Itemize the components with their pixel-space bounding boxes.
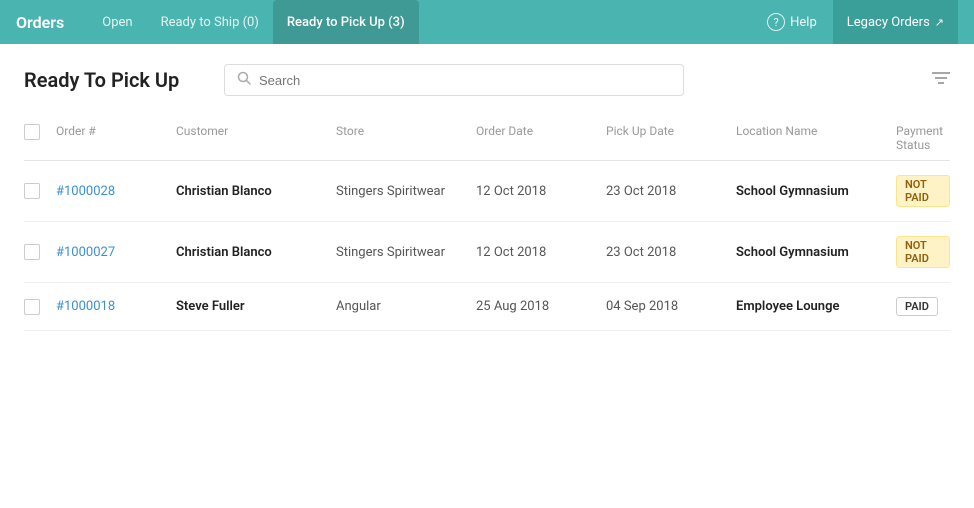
- search-bar: [224, 64, 684, 96]
- location-1: School Gymnasium: [736, 245, 896, 260]
- col-store: Store: [336, 124, 476, 152]
- pickup-date-2: 04 Sep 2018: [606, 299, 736, 314]
- filter-icon[interactable]: [932, 71, 950, 89]
- order-link-1[interactable]: #1000027: [56, 245, 115, 260]
- customer-2: Steve Fuller: [176, 299, 336, 314]
- legacy-label: Legacy Orders: [847, 15, 930, 30]
- row-checkbox-2[interactable]: [24, 299, 56, 315]
- row-checkbox-1[interactable]: [24, 244, 56, 260]
- order-link-2[interactable]: #1000018: [56, 299, 115, 314]
- help-circle-icon: ?: [767, 13, 785, 31]
- order-date-0: 12 Oct 2018: [476, 184, 606, 199]
- pickup-date-0: 23 Oct 2018: [606, 184, 736, 199]
- store-1: Stingers Spiritwear: [336, 245, 476, 260]
- help-label: Help: [790, 15, 817, 30]
- payment-badge-0: NOT PAID: [896, 175, 950, 207]
- main-nav: Open Ready to Ship (0) Ready to Pick Up …: [88, 0, 767, 44]
- legacy-orders-button[interactable]: Legacy Orders ↗: [833, 0, 958, 44]
- col-location: Location Name: [736, 124, 896, 152]
- row-checkbox-0[interactable]: [24, 183, 56, 199]
- customer-1: Christian Blanco: [176, 245, 336, 260]
- store-0: Stingers Spiritwear: [336, 184, 476, 199]
- app-title: Orders: [16, 13, 64, 32]
- header-right: ? Help Legacy Orders ↗: [767, 0, 958, 44]
- payment-status-0: NOT PAID: [896, 175, 950, 207]
- col-order-date: Order Date: [476, 124, 606, 152]
- search-icon: [237, 71, 251, 89]
- table-row: #1000028 Christian Blanco Stingers Spiri…: [24, 161, 950, 222]
- col-customer: Customer: [176, 124, 336, 152]
- col-pickup-date: Pick Up Date: [606, 124, 736, 152]
- page-header: Ready To Pick Up: [24, 64, 950, 96]
- nav-open[interactable]: Open: [88, 0, 146, 44]
- nav-ready-to-ship[interactable]: Ready to Ship (0): [147, 0, 273, 44]
- main-content: Ready To Pick Up Order #: [0, 44, 974, 351]
- order-date-1: 12 Oct 2018: [476, 245, 606, 260]
- orders-table: Order # Customer Store Order Date Pick U…: [24, 116, 950, 331]
- payment-badge-1: NOT PAID: [896, 236, 950, 268]
- order-date-2: 25 Aug 2018: [476, 299, 606, 314]
- order-link-0[interactable]: #1000028: [56, 184, 115, 199]
- nav-ready-to-pickup[interactable]: Ready to Pick Up (3): [273, 0, 419, 44]
- location-2: Employee Lounge: [736, 299, 896, 314]
- select-all-checkbox[interactable]: [24, 124, 56, 152]
- col-payment: Payment Status: [896, 124, 950, 152]
- help-button[interactable]: ? Help: [767, 13, 817, 31]
- table-row: #1000027 Christian Blanco Stingers Spiri…: [24, 222, 950, 283]
- payment-status-1: NOT PAID: [896, 236, 950, 268]
- col-order-num: Order #: [56, 124, 176, 152]
- pickup-date-1: 23 Oct 2018: [606, 245, 736, 260]
- table-header: Order # Customer Store Order Date Pick U…: [24, 116, 950, 161]
- store-2: Angular: [336, 299, 476, 314]
- payment-badge-2: PAID: [896, 297, 938, 316]
- page-title: Ready To Pick Up: [24, 68, 224, 92]
- location-0: School Gymnasium: [736, 184, 896, 199]
- table-row: #1000018 Steve Fuller Angular 25 Aug 201…: [24, 283, 950, 331]
- search-input[interactable]: [259, 73, 671, 88]
- app-header: Orders Open Ready to Ship (0) Ready to P…: [0, 0, 974, 44]
- external-link-icon: ↗: [935, 16, 944, 29]
- customer-0: Christian Blanco: [176, 184, 336, 199]
- payment-status-2: PAID: [896, 297, 950, 316]
